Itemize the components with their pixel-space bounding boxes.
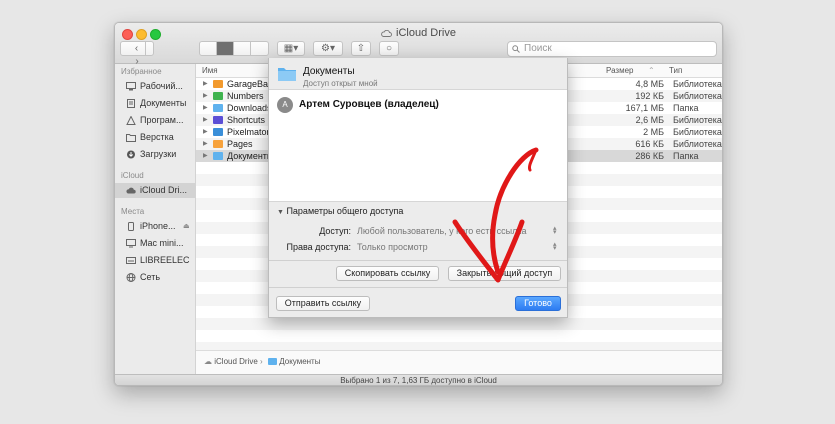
sidebar-item-icloud-drive[interactable]: iCloud Dri... — [115, 183, 195, 198]
folder-icon — [126, 134, 136, 142]
sidebar-item-mac-mini[interactable]: Mac mini... — [115, 236, 195, 251]
shared-folder-icon — [278, 68, 296, 81]
back-button[interactable]: ‹ — [129, 42, 146, 55]
permission-label: Права доступа: — [286, 242, 351, 252]
garageband-icon — [213, 80, 223, 88]
share-button[interactable]: ⇧ — [351, 41, 371, 56]
path-current[interactable]: Документы — [268, 351, 320, 373]
status-bar: Выбрано 1 из 7, 1,63 ГБ доступно в iClou… — [115, 374, 722, 385]
back-forward-buttons[interactable]: ‹› — [120, 41, 154, 67]
disclosure-triangle-icon: ▼ — [277, 209, 284, 216]
tags-button[interactable]: ○ — [379, 41, 399, 56]
pixelmator-icon — [213, 128, 223, 136]
view-mode-control[interactable] — [199, 41, 269, 56]
column-size-header[interactable]: Размер — [606, 64, 634, 77]
path-separator: › — [260, 357, 263, 366]
shared-folder-icon — [213, 152, 223, 160]
disclosure-triangle-icon[interactable]: ▶ — [203, 138, 208, 150]
shortcuts-icon — [213, 116, 223, 124]
column-view-button[interactable] — [234, 42, 251, 55]
sidebar-item-layout[interactable]: Верстка — [115, 130, 195, 145]
column-name-header[interactable]: Имя — [202, 64, 218, 77]
divider — [269, 260, 567, 261]
disclosure-triangle-icon[interactable]: ▶ — [203, 78, 208, 90]
applications-icon — [126, 116, 136, 125]
disclosure-triangle-icon[interactable]: ▶ — [203, 102, 208, 114]
share-folder-name: Документы — [303, 66, 355, 77]
computer-icon — [126, 239, 136, 248]
done-button[interactable]: Готово — [515, 296, 561, 311]
cloud-icon — [381, 29, 392, 37]
gallery-view-button[interactable] — [251, 42, 268, 55]
share-sheet: Документы Доступ открыт мной А Артем Сур… — [268, 58, 568, 318]
sidebar-item-iphone[interactable]: iPhone... ⏏ — [115, 219, 195, 234]
copy-link-button[interactable]: Скопировать ссылку — [336, 266, 439, 281]
path-root[interactable]: ☁ iCloud Drive — [204, 351, 258, 373]
network-icon — [126, 273, 136, 282]
sidebar: Избранное Рабочий... Документы Програм..… — [115, 64, 196, 374]
disclosure-triangle-icon[interactable]: ▶ — [203, 114, 208, 126]
group-by-button[interactable]: ▦▾ — [277, 41, 305, 56]
folder-icon — [213, 104, 223, 112]
stop-sharing-button[interactable]: Закрыть общий доступ — [448, 266, 561, 281]
path-bar: ☁ iCloud Drive › Документы — [196, 350, 722, 375]
sidebar-item-libreelec[interactable]: LIBREELEC — [115, 253, 195, 268]
avatar: А — [277, 97, 293, 113]
column-kind-header[interactable]: Тип — [669, 64, 682, 77]
pages-icon — [213, 140, 223, 148]
sidebar-item-desktop[interactable]: Рабочий... — [115, 79, 195, 94]
disclosure-triangle-icon[interactable]: ▶ — [203, 150, 208, 162]
list-view-button[interactable] — [217, 42, 234, 55]
phone-icon — [128, 222, 134, 231]
cloud-icon — [126, 187, 136, 194]
disclosure-triangle-icon[interactable]: ▶ — [203, 90, 208, 102]
sidebar-item-applications[interactable]: Програм... — [115, 113, 195, 128]
sidebar-section-favorites: Избранное — [121, 67, 162, 76]
numbers-icon — [213, 92, 223, 100]
sidebar-section-icloud: iCloud — [121, 171, 144, 180]
action-button[interactable]: ⚙▾ — [313, 41, 343, 56]
share-options-toggle[interactable]: ▼ Параметры общего доступа — [277, 206, 403, 216]
empty-row — [196, 318, 722, 330]
participants-list: А Артем Суровцев (владелец) — [269, 89, 567, 202]
send-link-button[interactable]: Отправить ссылку — [276, 296, 370, 311]
permission-popup[interactable]: Только просмотр — [357, 242, 428, 252]
window-title: iCloud Drive — [115, 27, 722, 39]
cloud-icon: ☁ — [204, 357, 212, 366]
drive-icon — [126, 257, 136, 264]
sidebar-item-downloads[interactable]: Загрузки — [115, 147, 195, 162]
access-popup[interactable]: Любой пользователь, у кого есть ссылка — [357, 226, 526, 236]
share-subtitle: Доступ открыт мной — [303, 79, 378, 88]
sidebar-item-network[interactable]: Сеть — [115, 270, 195, 285]
owner-name: Артем Суровцев (владелец) — [299, 99, 439, 110]
empty-row — [196, 342, 722, 350]
divider — [269, 287, 567, 288]
search-icon — [512, 45, 520, 53]
search-input[interactable]: Поиск — [507, 41, 717, 57]
icon-view-button[interactable] — [200, 42, 217, 55]
downloads-icon — [127, 150, 135, 159]
sidebar-section-places: Места — [121, 207, 145, 216]
disclosure-triangle-icon[interactable]: ▶ — [203, 126, 208, 138]
sort-chevron-icon: ⌃ — [648, 66, 655, 75]
document-icon — [127, 99, 135, 108]
sidebar-item-documents[interactable]: Документы — [115, 96, 195, 111]
desktop-icon — [126, 82, 136, 91]
eject-icon[interactable]: ⏏ — [183, 219, 190, 234]
updown-chevron-icon[interactable]: ▴ ▾ — [553, 241, 557, 252]
folder-icon — [268, 358, 277, 365]
updown-chevron-icon[interactable]: ▴ ▾ — [553, 225, 557, 236]
search-placeholder: Поиск — [524, 43, 552, 54]
access-label: Доступ: — [319, 226, 351, 236]
